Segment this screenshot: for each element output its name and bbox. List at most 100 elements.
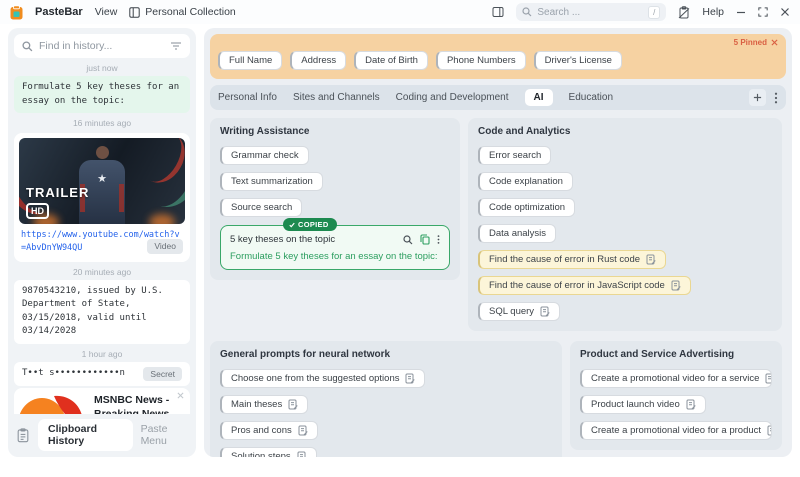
tab-clipboard-history[interactable]: Clipboard History <box>38 419 133 451</box>
prompt-button[interactable]: Choose one from the suggested options <box>220 369 426 388</box>
global-search-input[interactable] <box>537 6 644 18</box>
fullscreen-icon[interactable] <box>758 7 768 17</box>
history-item-text[interactable]: 9870543210, issued by U.S. Department of… <box>14 279 190 344</box>
app-logo-icon <box>10 4 23 20</box>
find-in-history[interactable] <box>14 34 190 58</box>
menubar: PasteBar View Personal Collection / Help <box>0 0 800 24</box>
board-general-prompts: General prompts for neural network Choos… <box>210 341 562 457</box>
collection-icon <box>129 6 140 18</box>
pinned-item[interactable]: Phone Numbers <box>435 51 526 70</box>
prompt-button[interactable]: Error search <box>478 146 552 165</box>
board-items: Create a promotional video for a service… <box>580 369 772 440</box>
timestamp: 20 minutes ago <box>72 266 132 277</box>
board-title: Product and Service Advertising <box>580 349 735 360</box>
prompt-button[interactable]: Find the cause of error in JavaScript co… <box>478 276 691 295</box>
trailer-label: TRAILER <box>26 185 90 200</box>
board-title: Writing Assistance <box>220 126 310 137</box>
timestamp: 16 minutes ago <box>72 118 132 128</box>
panel-toggle-icon[interactable] <box>492 6 504 18</box>
unpin-all-icon[interactable] <box>771 39 778 46</box>
timestamp: just now <box>86 63 118 73</box>
video-thumbnail: ★ TRAILER HD <box>19 138 185 224</box>
prompt-button[interactable]: Create a promotional video for a service <box>580 369 772 388</box>
prompt-button[interactable]: Grammar check <box>220 146 309 165</box>
clipboard-list-icon[interactable] <box>16 427 30 443</box>
tab[interactable]: AI <box>524 89 553 106</box>
prompt-button[interactable]: Source search <box>220 198 303 217</box>
tab[interactable]: Personal Info <box>218 89 277 106</box>
kebab-menu-icon[interactable] <box>774 92 778 104</box>
app-title: PasteBar <box>35 6 83 18</box>
close-icon[interactable] <box>780 7 790 17</box>
collection-tabbar: Personal Info Sites and Channels Coding … <box>210 85 786 110</box>
msnbc-logo: MS <box>20 394 86 414</box>
search-icon <box>22 40 33 52</box>
prompt-button[interactable]: SQL query <box>478 302 561 321</box>
tab-paste-menu[interactable]: Paste Menu <box>141 423 188 447</box>
note-edit-icon <box>298 425 308 436</box>
hd-badge: HD <box>26 203 49 219</box>
pinned-item[interactable]: Address <box>290 51 347 70</box>
tab[interactable]: Coding and Development <box>396 89 509 106</box>
prompt-button[interactable]: Main theses <box>220 395 309 414</box>
prompt-button[interactable]: Data analysis <box>478 224 557 243</box>
search-icon[interactable] <box>403 234 413 245</box>
prompt-button[interactable]: Code optimization <box>478 198 576 217</box>
prompt-button[interactable]: Code explanation <box>478 172 573 191</box>
prompt-button[interactable]: Product launch video <box>580 395 706 414</box>
board-title: General prompts for neural network <box>220 349 391 360</box>
history-item-video[interactable]: ★ TRAILER HD https://www.youtube.com/wat… <box>14 133 190 262</box>
board-title: Code and Analytics <box>478 126 571 137</box>
note-edit-icon <box>686 399 696 410</box>
pinned-count: 5 Pinned <box>733 38 767 47</box>
prompt-button[interactable]: Text summarization <box>220 172 323 191</box>
tabs: Personal Info Sites and Channels Coding … <box>218 89 613 106</box>
note-edit-icon <box>297 451 307 457</box>
prompt-button[interactable]: Find the cause of error in Rust code <box>478 250 667 269</box>
search-shortcut-hint: / <box>648 5 661 19</box>
clip-value: Formulate 5 key theses for an essay on t… <box>230 251 438 262</box>
pinned-item[interactable]: Date of Birth <box>354 51 428 70</box>
board-writing-assistance: Writing Assistance Grammar check Text su… <box>210 118 460 280</box>
copied-badge: COPIED <box>283 218 337 231</box>
note-edit-icon <box>765 373 771 384</box>
close-icon[interactable] <box>177 392 184 399</box>
main-panel: 5 Pinned Full Name Address Date of Birth… <box>204 28 792 457</box>
prompt-button[interactable]: Solution steps <box>220 447 317 457</box>
video-type-badge: Video <box>147 238 183 254</box>
board-items: Grammar check Text summarization Source … <box>220 146 450 217</box>
prompt-button[interactable]: Create a promotional video for a product <box>580 421 772 440</box>
board-items: Error search Code explanation Code optim… <box>478 146 772 321</box>
sidebar-footer: Clipboard History Paste Menu <box>14 414 190 451</box>
collection-menu[interactable]: Personal Collection <box>129 6 236 18</box>
board-code-analytics: Code and Analytics Error search Code exp… <box>468 118 782 331</box>
clip-title: 5 key theses on the topic <box>230 234 336 245</box>
history-item-secret[interactable]: T••t s••••••••••••n Secret <box>14 361 190 387</box>
link-preview-title: MSNBC News - Breaking News an... <box>94 394 170 414</box>
history-item-prompt[interactable]: Formulate 5 key theses for an essay on t… <box>14 76 190 113</box>
pinned-item[interactable]: Driver's License <box>533 51 622 70</box>
help-menu[interactable]: Help <box>702 6 724 18</box>
pinned-item[interactable]: Full Name <box>218 51 283 70</box>
tab[interactable]: Education <box>569 89 613 106</box>
note-edit-icon <box>767 425 771 436</box>
copied-clip-card[interactable]: COPIED 5 key theses on the topic Formula… <box>220 218 450 270</box>
search-icon <box>522 7 532 17</box>
history-list: just now Formulate 5 key theses for an e… <box>14 58 190 414</box>
find-in-history-input[interactable] <box>39 40 164 52</box>
add-tab-icon[interactable] <box>749 89 766 106</box>
collection-label: Personal Collection <box>145 6 236 18</box>
copy-icon[interactable] <box>420 234 430 245</box>
history-item-link[interactable]: MS MSNBC News - Breaking News an... MSNB… <box>14 388 190 414</box>
prompt-button[interactable]: Pros and cons <box>220 421 318 440</box>
note-edit-icon <box>288 399 298 410</box>
clipboard-off-icon[interactable] <box>678 5 690 19</box>
note-edit-icon <box>671 280 681 291</box>
board-product-advertising: Product and Service Advertising Create a… <box>570 341 782 450</box>
kebab-menu-icon[interactable] <box>437 234 440 245</box>
tab[interactable]: Sites and Channels <box>293 89 380 106</box>
minimize-icon[interactable] <box>736 7 746 17</box>
global-search[interactable]: / <box>516 3 667 21</box>
filter-icon[interactable] <box>170 41 182 51</box>
view-menu[interactable]: View <box>95 6 118 18</box>
